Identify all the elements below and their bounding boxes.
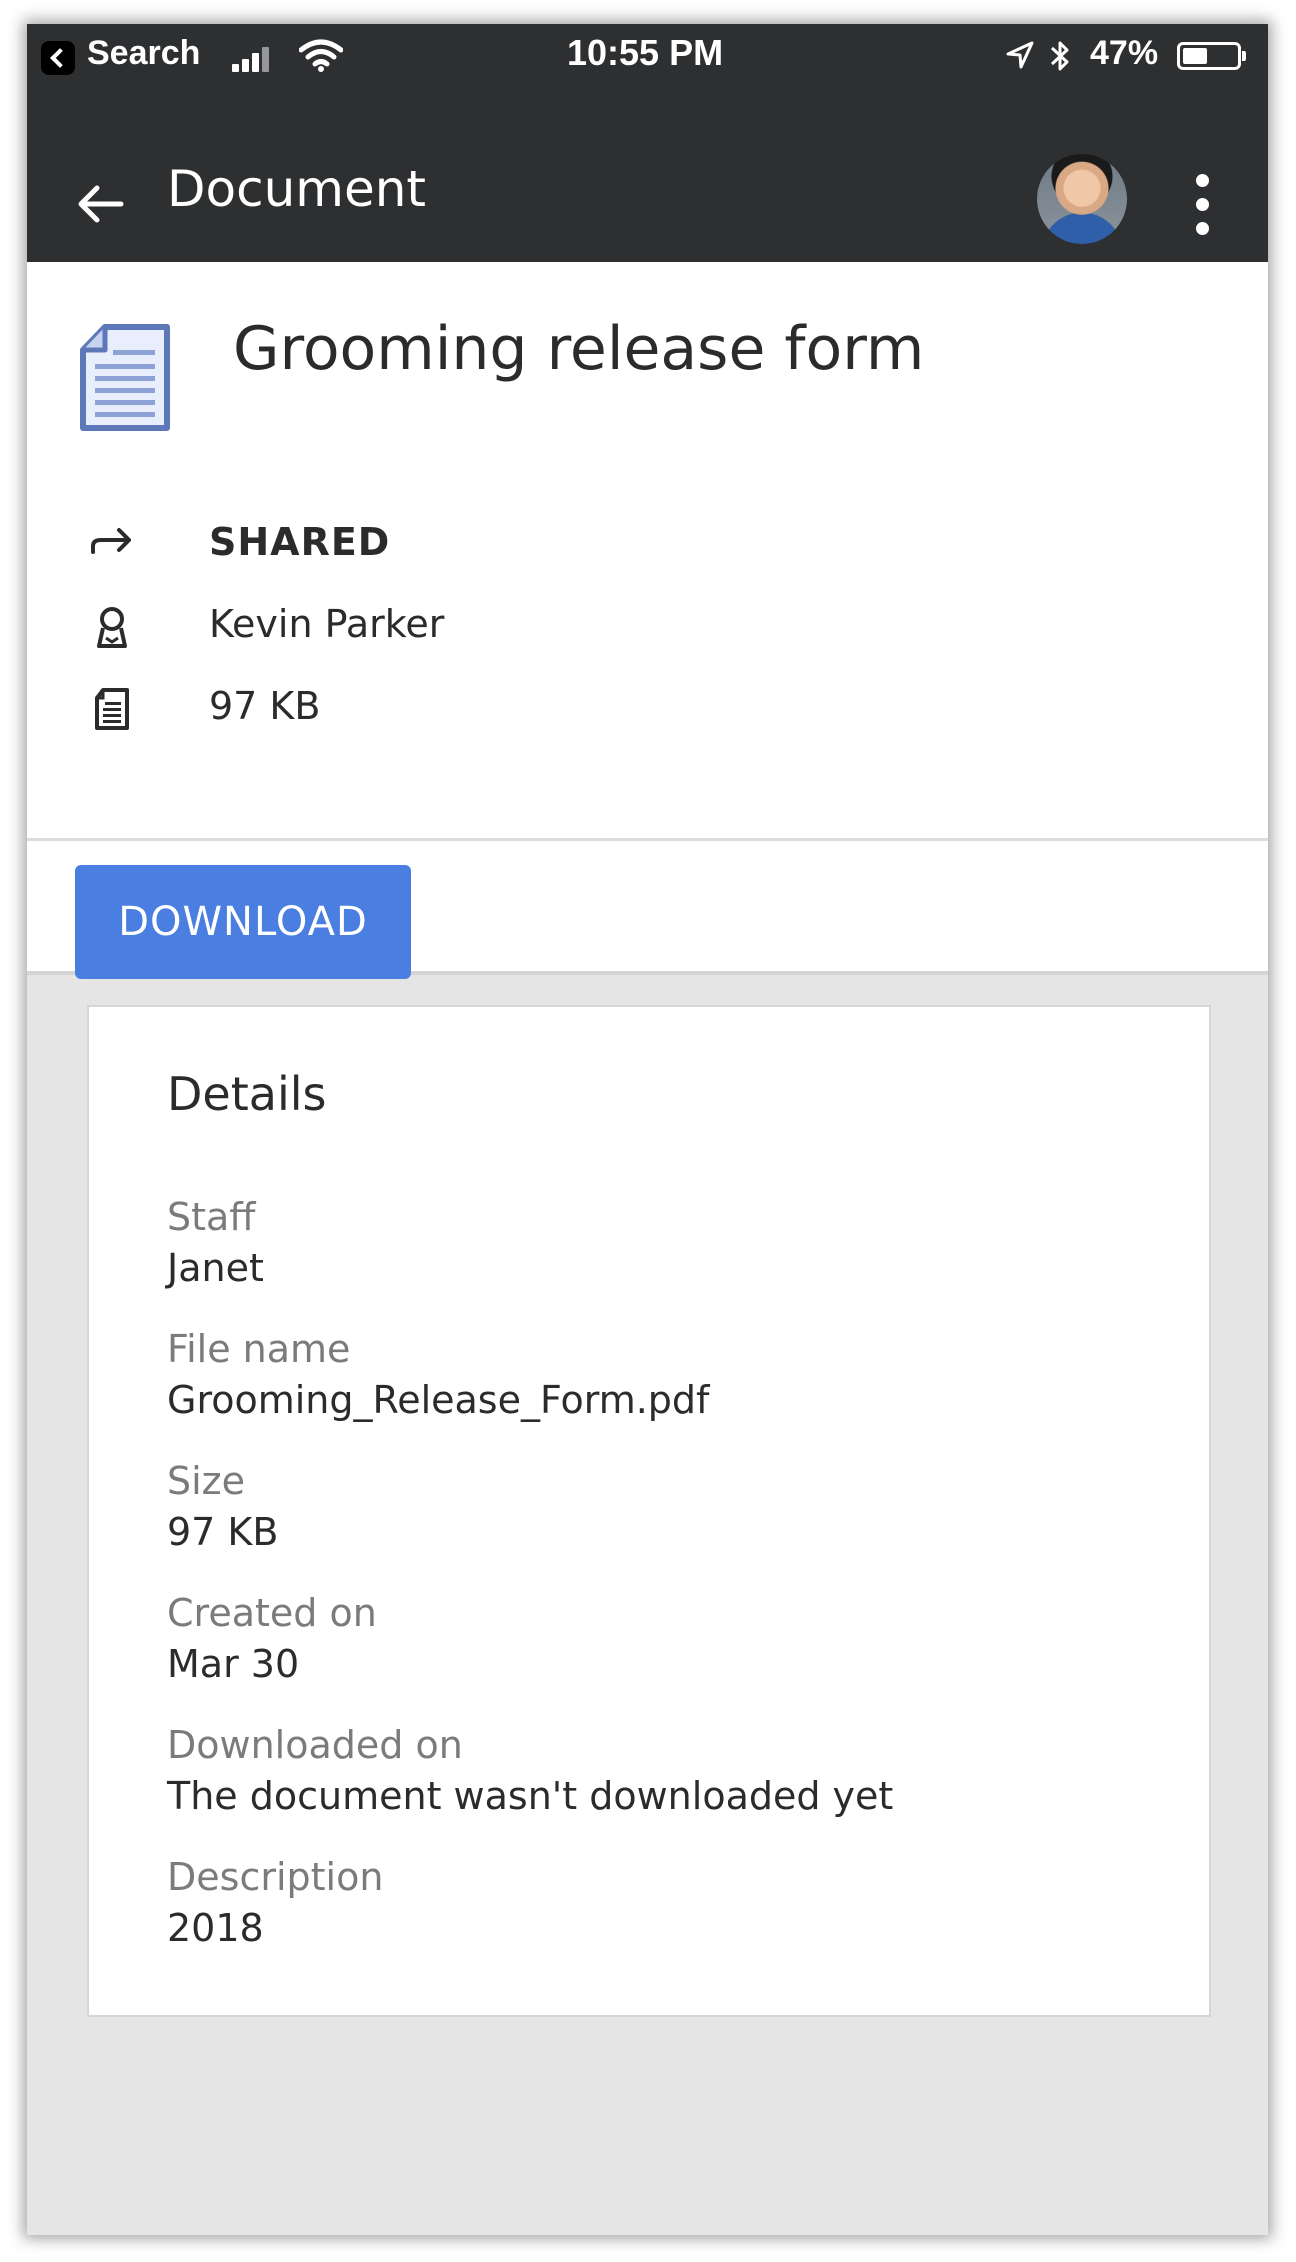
detail-value: 2018 xyxy=(167,1906,264,1950)
battery-icon xyxy=(1177,42,1246,70)
detail-label: Description xyxy=(167,1855,384,1899)
detail-field-downloaded-on: Downloaded on The document wasn't downlo… xyxy=(167,1721,893,1823)
detail-label: File name xyxy=(167,1327,351,1371)
document-icon xyxy=(80,324,170,431)
detail-label: Downloaded on xyxy=(167,1723,463,1767)
detail-field-file-name: File name Grooming_Release_Form.pdf xyxy=(167,1325,709,1427)
app-bar: Document xyxy=(27,84,1268,262)
document-header-card: Grooming release form SHARED Kevin Parke… xyxy=(27,262,1268,838)
back-to-app-icon[interactable] xyxy=(41,41,75,75)
detail-value: Janet xyxy=(167,1246,264,1290)
detail-value: Mar 30 xyxy=(167,1642,300,1686)
detail-label: Size xyxy=(167,1459,246,1503)
back-arrow-icon[interactable] xyxy=(71,174,131,234)
detail-field-size: Size 97 KB xyxy=(167,1457,278,1559)
battery-level xyxy=(1183,48,1207,64)
shared-status: SHARED xyxy=(209,520,391,564)
details-card: Details Staff Janet File name Grooming_R… xyxy=(87,1005,1211,2017)
detail-value: 97 KB xyxy=(167,1510,279,1554)
share-arrow-icon xyxy=(91,528,131,554)
owner-name: Kevin Parker xyxy=(209,602,445,646)
status-bar: Search 10:55 PM 47% xyxy=(27,24,1268,84)
more-vert-icon[interactable] xyxy=(1187,170,1217,240)
detail-field-description: Description 2018 xyxy=(167,1853,383,1955)
bluetooth-icon xyxy=(1050,41,1069,71)
file-size-icon xyxy=(95,688,129,730)
user-avatar[interactable] xyxy=(1037,154,1127,244)
action-bar: DOWNLOAD xyxy=(27,841,1268,979)
detail-label: Created on xyxy=(167,1591,377,1635)
detail-field-created-on: Created on Mar 30 xyxy=(167,1589,377,1691)
phone-screen: Search 10:55 PM 47% Document Grooming re… xyxy=(27,24,1268,2235)
detail-value: The document wasn't downloaded yet xyxy=(167,1774,894,1818)
detail-label: Staff xyxy=(167,1195,256,1239)
location-icon xyxy=(1006,41,1034,69)
wifi-icon xyxy=(299,39,343,72)
detail-field-staff: Staff Janet xyxy=(167,1193,264,1295)
page-title: Document xyxy=(167,160,427,218)
download-button[interactable]: DOWNLOAD xyxy=(75,865,411,979)
battery-percent: 47% xyxy=(1090,34,1159,72)
person-icon xyxy=(97,607,127,648)
status-time: 10:55 PM xyxy=(567,32,724,73)
status-carrier[interactable]: Search xyxy=(87,34,200,73)
details-heading: Details xyxy=(167,1067,327,1121)
signal-icon xyxy=(232,46,276,72)
document-title: Grooming release form xyxy=(233,314,925,384)
detail-value: Grooming_Release_Form.pdf xyxy=(167,1378,710,1422)
file-size: 97 KB xyxy=(209,684,321,728)
